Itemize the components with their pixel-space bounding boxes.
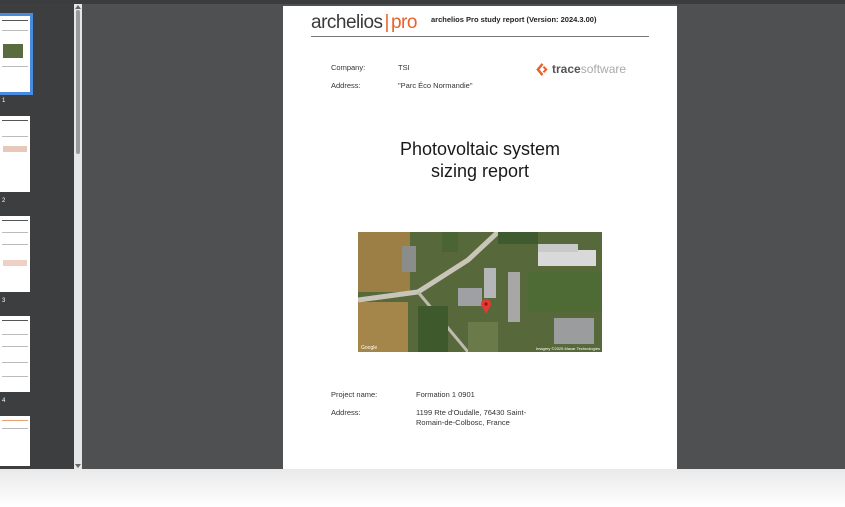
project-address-label: Address: <box>331 408 361 417</box>
satellite-map-image: Google Imagery ©2025 Maxar Technologies <box>358 232 602 352</box>
viewer-top-border <box>0 0 845 4</box>
company-address-value: "Parc Éco Normandie" <box>398 81 473 90</box>
company-value: TSI <box>398 63 410 72</box>
sidebar-scrollbar[interactable] <box>74 4 82 469</box>
page-thumbnail-4[interactable] <box>0 316 30 392</box>
scroll-down-icon[interactable] <box>75 464 81 468</box>
google-attribution: Google <box>361 345 378 351</box>
page-number-2: 2 <box>2 198 6 204</box>
report-header-title: archelios Pro study report (Version: 202… <box>431 15 597 24</box>
imagery-credit: Imagery ©2025 Maxar Technologies <box>535 346 600 351</box>
thumbnail-sidebar[interactable]: 1 2 3 4 <box>0 4 74 469</box>
page-thumbnail-2[interactable] <box>0 116 30 192</box>
archelios-pro-logo: archelios | pro <box>311 12 417 33</box>
page-number-4: 4 <box>2 398 6 404</box>
page-title-line-2: sizing report <box>430 161 530 181</box>
page-number-1: 1 <box>2 98 6 104</box>
page-thumbnail-1[interactable] <box>0 13 33 95</box>
trace-software-logo: trace software <box>536 62 626 76</box>
document-page: archelios | pro archelios Pro study report… <box>283 6 677 469</box>
page-thumbnail-3[interactable] <box>0 216 30 292</box>
scrollbar-thumb[interactable] <box>76 10 80 154</box>
project-address-line-2: Romain-de-Colbosc, France <box>416 418 510 427</box>
company-label: Company: <box>331 63 366 72</box>
company-address-label: Address: <box>331 81 361 90</box>
trace-logo-icon <box>536 62 548 76</box>
window-bottom-shadow <box>0 469 845 507</box>
page-number-3: 3 <box>2 298 6 304</box>
project-name-value: Formation 1 0901 <box>416 390 475 399</box>
project-address-line-1: 1199 Rte d'Oudalle, 76430 Saint- <box>416 408 527 417</box>
page-thumbnail-5[interactable] <box>0 416 30 466</box>
header-divider <box>311 36 649 37</box>
project-name-label: Project name: <box>331 390 378 399</box>
page-title-line-1: Photovoltaic system <box>399 139 561 159</box>
satellite-imagery <box>358 232 602 352</box>
scroll-up-icon[interactable] <box>75 5 81 9</box>
pdf-viewer: 1 2 3 4 archelios | pro archelios Pro st… <box>0 0 845 469</box>
